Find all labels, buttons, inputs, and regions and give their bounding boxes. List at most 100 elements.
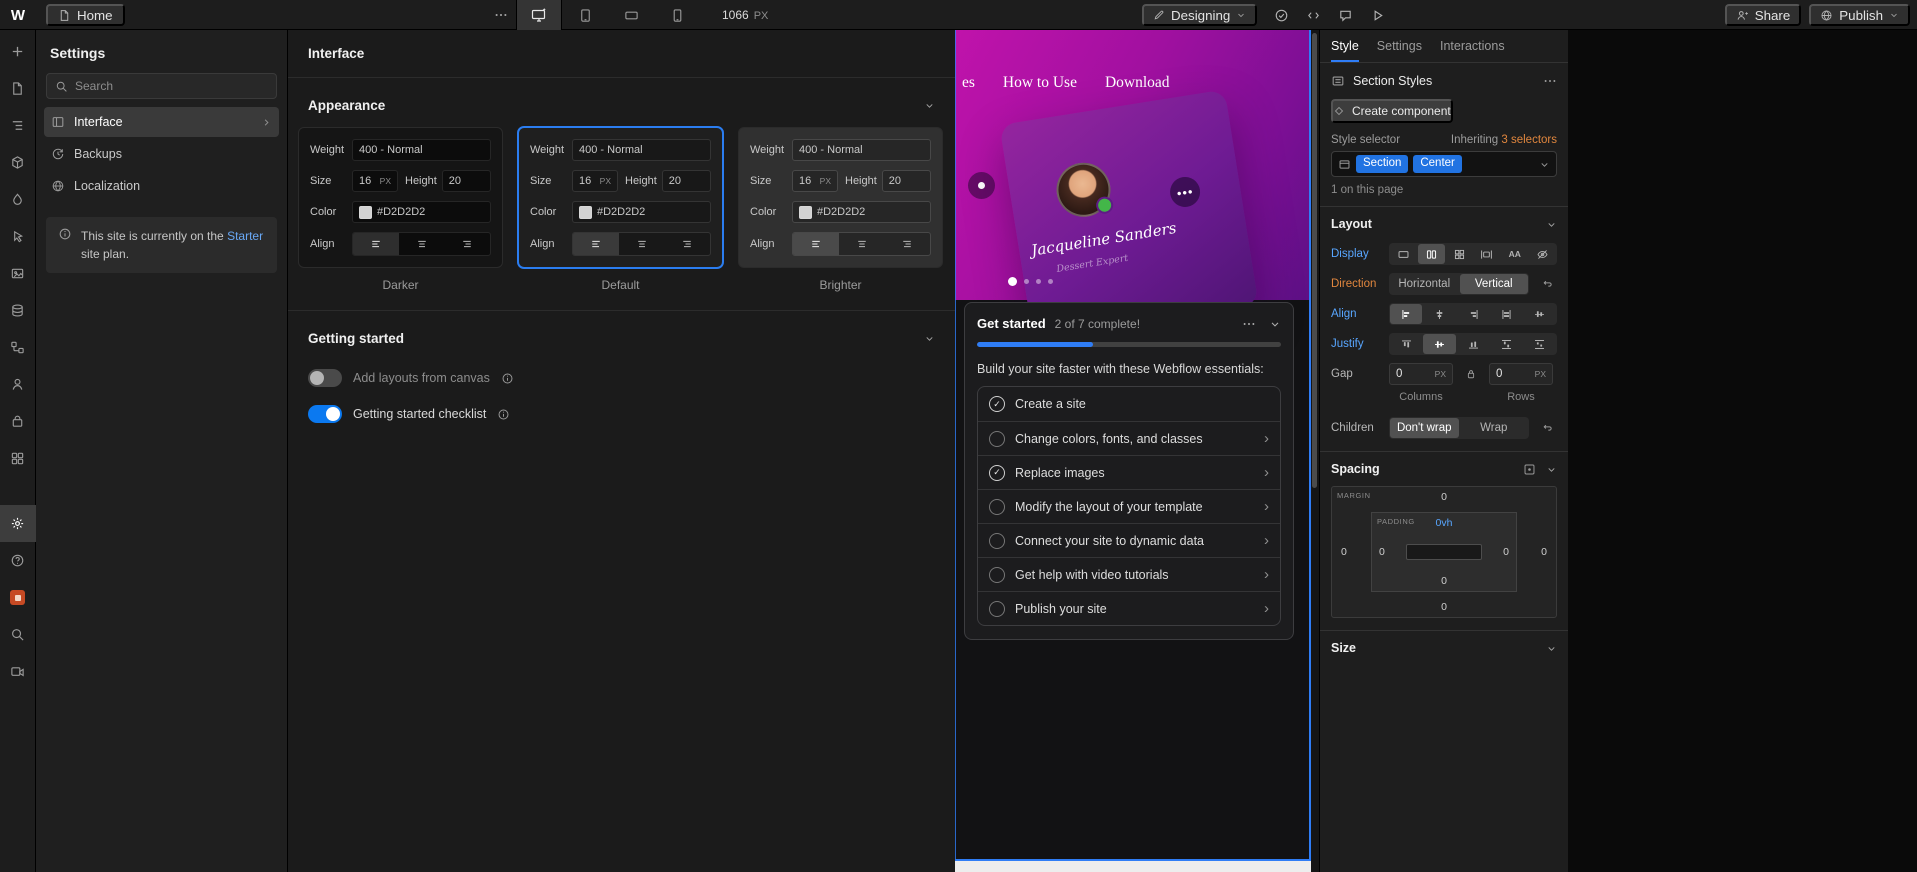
padding-left-value[interactable]: 0 — [1379, 546, 1385, 558]
breakpoint-phone-landscape[interactable] — [608, 0, 654, 30]
reverse-wrap-icon[interactable] — [1537, 418, 1557, 438]
more-menu-icon[interactable] — [486, 8, 516, 22]
chevron-down-icon[interactable] — [1539, 159, 1550, 170]
interactions-icon[interactable] — [0, 218, 36, 255]
variables-icon[interactable] — [0, 181, 36, 218]
size-section-header[interactable]: Size — [1320, 631, 1568, 663]
spacing-settings-icon[interactable] — [1523, 463, 1536, 476]
breakpoint-tablet[interactable] — [562, 0, 608, 30]
card-menu-button[interactable]: ••• — [1167, 174, 1203, 210]
add-icon[interactable] — [0, 33, 36, 70]
checklist-item[interactable]: Connect your site to dynamic data › — [978, 523, 1280, 557]
publish-button[interactable]: Publish — [1809, 4, 1910, 26]
chevron-down-icon[interactable] — [1546, 464, 1557, 475]
spacing-section-header[interactable]: Spacing — [1320, 452, 1568, 484]
children-wrap[interactable]: Wrap — [1460, 418, 1529, 438]
share-button[interactable]: Share — [1724, 4, 1802, 26]
tab-style[interactable]: Style — [1331, 30, 1359, 62]
gap-columns-input[interactable]: 0 PX — [1389, 363, 1453, 385]
comment-icon[interactable] — [1338, 8, 1353, 23]
justify-end-icon[interactable] — [1457, 334, 1489, 354]
pagination-dot[interactable] — [1024, 279, 1029, 284]
pagination-dot[interactable] — [1036, 279, 1041, 284]
align-stretch-icon[interactable] — [1490, 304, 1522, 324]
selector-tag-section[interactable]: Section — [1356, 155, 1409, 173]
margin-right-value[interactable]: 0 — [1541, 546, 1547, 558]
info-icon[interactable] — [497, 408, 510, 421]
display-flex-icon[interactable] — [1417, 244, 1445, 264]
assets-icon[interactable] — [0, 255, 36, 292]
help-icon[interactable] — [0, 542, 36, 579]
design-canvas[interactable]: es How to Use Download ••• Jacqueline Sa… — [955, 30, 1311, 872]
video-tutorials-icon[interactable] — [0, 653, 36, 690]
checklist-item[interactable]: Publish your site › — [978, 591, 1280, 625]
canvas-width-readout[interactable]: 1066 PX — [722, 8, 768, 22]
sidebar-item-interface[interactable]: Interface — [44, 107, 279, 137]
settings-icon[interactable] — [0, 505, 36, 542]
slider-pagination[interactable] — [1008, 277, 1053, 286]
preview-play-icon[interactable] — [1370, 8, 1385, 23]
apps-icon[interactable] — [0, 440, 36, 477]
appearance-section-header[interactable]: Appearance — [288, 78, 955, 127]
direction-vertical[interactable]: Vertical — [1459, 274, 1528, 294]
sidebar-item-backups[interactable]: Backups — [44, 139, 279, 169]
checklist-item[interactable]: Change colors, fonts, and classes › — [978, 421, 1280, 455]
getting-started-section-header[interactable]: Getting started — [288, 311, 955, 360]
pagination-dot[interactable] — [1048, 279, 1053, 284]
selector-field[interactable]: Section Center — [1331, 151, 1557, 177]
justify-start-icon[interactable] — [1390, 334, 1422, 354]
display-none-icon[interactable] — [1529, 244, 1556, 264]
theme-card-darker[interactable]: Weight 400 - Normal Size 16 PX Height 20 … — [298, 127, 503, 268]
nav-link[interactable]: es — [962, 74, 975, 92]
theme-card-default[interactable]: Weight 400 - Normal Size 16 PX Height 20 … — [518, 127, 723, 268]
search-input[interactable] — [75, 79, 268, 93]
chevron-down-icon[interactable] — [1546, 219, 1557, 230]
canvas-scrollbar[interactable] — [1311, 30, 1319, 872]
checklist-item[interactable]: Modify the layout of your template › — [978, 489, 1280, 523]
justify-around-icon[interactable] — [1524, 334, 1556, 354]
code-icon[interactable] — [1306, 8, 1321, 23]
direction-horizontal[interactable]: Horizontal — [1390, 274, 1459, 294]
justify-center-icon[interactable] — [1423, 334, 1456, 354]
getting-started-checklist-toggle[interactable] — [308, 405, 342, 423]
align-start-icon[interactable] — [1390, 304, 1423, 324]
chevron-down-icon[interactable] — [924, 333, 935, 344]
justify-between-icon[interactable] — [1490, 334, 1522, 354]
selector-tag-center[interactable]: Center — [1413, 155, 1462, 173]
display-block-icon[interactable] — [1390, 244, 1417, 264]
nav-link[interactable]: How to Use — [1003, 74, 1077, 92]
layout-section-header[interactable]: Layout — [1320, 207, 1568, 239]
chevron-down-icon[interactable] — [1546, 643, 1557, 654]
create-component-button[interactable]: Create component — [1331, 99, 1453, 123]
cms-icon[interactable] — [0, 292, 36, 329]
nav-link[interactable]: Download — [1105, 74, 1170, 92]
breakpoint-desktop[interactable] — [516, 0, 562, 30]
padding-right-value[interactable]: 0 — [1503, 546, 1509, 558]
logic-icon[interactable] — [0, 329, 36, 366]
slider-dot-button[interactable] — [968, 172, 995, 199]
gap-rows-input[interactable]: 0 PX — [1489, 363, 1553, 385]
tab-settings[interactable]: Settings — [1377, 30, 1422, 62]
more-menu-icon[interactable] — [1242, 317, 1256, 331]
checklist-item[interactable]: Replace images› — [978, 455, 1280, 489]
display-inline-block-icon[interactable] — [1473, 244, 1500, 264]
checklist-item[interactable]: Create a site› — [978, 387, 1280, 421]
display-inline-icon[interactable]: AA — [1501, 244, 1528, 264]
hero-section[interactable]: es How to Use Download ••• Jacqueline Sa… — [955, 30, 1311, 341]
plan-link[interactable]: Starter — [227, 229, 263, 243]
components-icon[interactable] — [0, 144, 36, 181]
margin-top-value[interactable]: 0 — [1332, 491, 1556, 503]
settings-search[interactable] — [46, 73, 277, 99]
scrollbar-thumb[interactable] — [1312, 33, 1317, 488]
check-circle-icon[interactable] — [1274, 8, 1289, 23]
chevron-down-icon[interactable] — [924, 100, 935, 111]
info-icon[interactable] — [501, 372, 514, 385]
navigator-icon[interactable] — [0, 107, 36, 144]
pages-icon[interactable] — [0, 70, 36, 107]
webflow-logo[interactable]: W — [0, 0, 36, 30]
theme-card-brighter[interactable]: Weight 400 - Normal Size 16 PX Height 20 … — [738, 127, 943, 268]
inheriting-info[interactable]: Inheriting 3 selectors — [1451, 134, 1557, 146]
avatar[interactable] — [1052, 158, 1115, 221]
display-grid-icon[interactable] — [1446, 244, 1473, 264]
more-menu-icon[interactable] — [1543, 74, 1557, 88]
